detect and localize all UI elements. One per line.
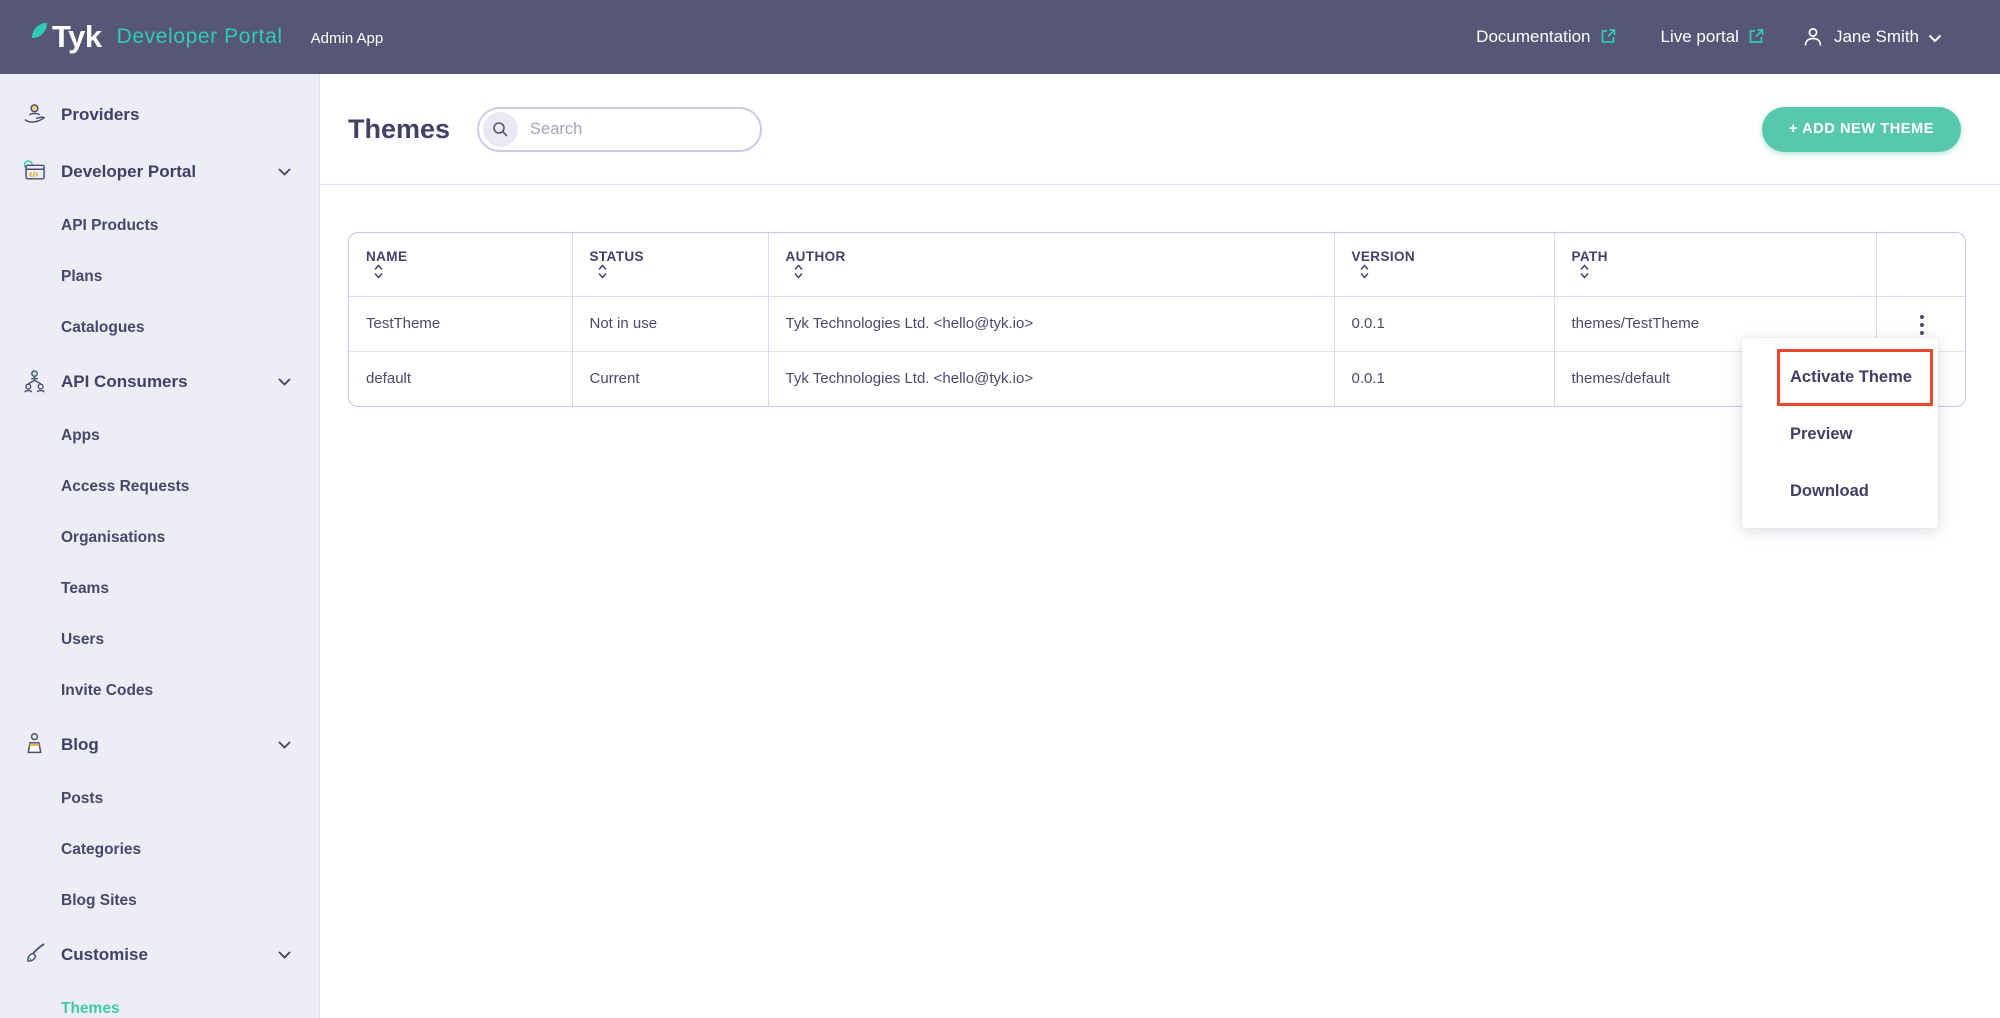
- theme-author-cell: Tyk Technologies Ltd. <hello@tyk.io>: [768, 296, 1334, 351]
- page-title: Themes: [348, 114, 450, 145]
- page-header-row: Themes + ADD NEW THEME: [320, 74, 2000, 185]
- sidebar-item-label: Access Requests: [61, 478, 189, 496]
- chevron-down-icon: [1928, 34, 1942, 43]
- sidebar-item-providers[interactable]: Providers: [0, 86, 319, 143]
- product-name: Developer Portal: [117, 25, 283, 49]
- search-input[interactable]: [518, 120, 728, 139]
- sidebar-item-teams[interactable]: Teams: [0, 563, 319, 614]
- column-header-actions: [1876, 233, 1966, 296]
- sidebar-item-label: Catalogues: [61, 319, 145, 337]
- chevron-down-icon: [278, 168, 291, 176]
- sidebar-item-label: Posts: [61, 790, 103, 808]
- api-consumers-icon: [20, 368, 48, 396]
- theme-status-cell: Current: [572, 351, 768, 406]
- developer-portal-icon: [20, 158, 48, 186]
- tyk-logo: Tyk Developer Portal Admin App: [30, 19, 383, 55]
- theme-version-cell: 0.0.1: [1334, 351, 1554, 406]
- sidebar-item-themes[interactable]: Themes: [0, 983, 319, 1018]
- menu-item-activate-theme[interactable]: Activate Theme: [1742, 349, 1938, 406]
- table-header-row: NAME STATUS AUTHOR VERSION PATH: [349, 233, 1966, 296]
- top-nav: Documentation Live portal Jane Smith: [1476, 25, 1942, 49]
- sidebar-item-label: Customise: [61, 945, 148, 965]
- row-actions-menu: Activate Theme Preview Download: [1742, 338, 1938, 528]
- search-box: [477, 107, 762, 152]
- documentation-link[interactable]: Documentation: [1476, 27, 1616, 47]
- theme-version-cell: 0.0.1: [1334, 296, 1554, 351]
- sidebar-item-label: Teams: [61, 580, 109, 598]
- sort-icon: [1360, 264, 1369, 279]
- sort-icon: [1580, 264, 1589, 279]
- sidebar-item-organisations[interactable]: Organisations: [0, 512, 319, 563]
- main-content: Themes + ADD NEW THEME NAME: [320, 74, 2000, 1018]
- sort-icon: [794, 264, 803, 279]
- sidebar-item-customise[interactable]: Customise: [0, 926, 319, 983]
- logo-text: Tyk: [52, 19, 102, 55]
- column-header-status[interactable]: STATUS: [572, 233, 768, 296]
- theme-name-cell: TestTheme: [349, 296, 572, 351]
- table-row: default Current Tyk Technologies Ltd. <h…: [349, 351, 1966, 406]
- sidebar-item-label: Categories: [61, 841, 141, 859]
- sidebar-item-label: Apps: [61, 427, 100, 445]
- top-header: Tyk Developer Portal Admin App Documenta…: [0, 0, 2000, 74]
- column-header-path[interactable]: PATH: [1554, 233, 1876, 296]
- sidebar-item-api-consumers[interactable]: API Consumers: [0, 353, 319, 410]
- external-link-icon: [1747, 27, 1765, 45]
- sidebar-item-posts[interactable]: Posts: [0, 773, 319, 824]
- sidebar-item-invite-codes[interactable]: Invite Codes: [0, 665, 319, 716]
- sidebar-item-label: Users: [61, 631, 104, 649]
- chevron-down-icon: [278, 378, 291, 386]
- sidebar-item-apps[interactable]: Apps: [0, 410, 319, 461]
- table-row: TestTheme Not in use Tyk Technologies Lt…: [349, 296, 1966, 351]
- providers-icon: [20, 101, 48, 129]
- external-link-icon: [1599, 27, 1617, 45]
- live-portal-link[interactable]: Live portal: [1661, 27, 1765, 47]
- sidebar-item-plans[interactable]: Plans: [0, 251, 319, 302]
- sidebar-item-api-products[interactable]: API Products: [0, 200, 319, 251]
- app-name: Admin App: [311, 30, 384, 47]
- sidebar-item-users[interactable]: Users: [0, 614, 319, 665]
- column-header-name[interactable]: NAME: [349, 233, 572, 296]
- sidebar-item-developer-portal[interactable]: Developer Portal: [0, 143, 319, 200]
- chevron-down-icon: [278, 741, 291, 749]
- sidebar: Providers Developer Portal API Products …: [0, 74, 320, 1018]
- live-portal-link-label: Live portal: [1661, 27, 1739, 47]
- sidebar-item-label: Blog: [61, 735, 99, 755]
- chevron-down-icon: [278, 951, 291, 959]
- sidebar-item-label: Plans: [61, 268, 102, 286]
- themes-table: NAME STATUS AUTHOR VERSION PATH: [348, 232, 1966, 407]
- documentation-link-label: Documentation: [1476, 27, 1590, 47]
- menu-item-download[interactable]: Download: [1742, 463, 1938, 520]
- sidebar-item-blog-sites[interactable]: Blog Sites: [0, 875, 319, 926]
- sidebar-item-label: API Consumers: [61, 372, 188, 392]
- user-icon: [1801, 25, 1825, 49]
- tyk-leaf-icon: [30, 21, 49, 40]
- customise-icon: [20, 941, 48, 969]
- menu-item-preview[interactable]: Preview: [1742, 406, 1938, 463]
- sidebar-item-access-requests[interactable]: Access Requests: [0, 461, 319, 512]
- sidebar-item-blog[interactable]: Blog: [0, 716, 319, 773]
- sidebar-item-label: Invite Codes: [61, 682, 153, 700]
- sidebar-item-catalogues[interactable]: Catalogues: [0, 302, 319, 353]
- kebab-menu-icon[interactable]: [1910, 309, 1934, 341]
- column-header-version[interactable]: VERSION: [1334, 233, 1554, 296]
- add-new-theme-button[interactable]: + ADD NEW THEME: [1762, 107, 1961, 152]
- sort-icon: [374, 264, 383, 279]
- sidebar-item-label: Blog Sites: [61, 892, 137, 910]
- theme-author-cell: Tyk Technologies Ltd. <hello@tyk.io>: [768, 351, 1334, 406]
- sidebar-item-categories[interactable]: Categories: [0, 824, 319, 875]
- theme-status-cell: Not in use: [572, 296, 768, 351]
- theme-name-cell: default: [349, 351, 572, 406]
- sidebar-item-label: API Products: [61, 217, 158, 235]
- sidebar-item-label: Organisations: [61, 529, 165, 547]
- sidebar-item-label: Providers: [61, 105, 139, 125]
- sidebar-item-label: Developer Portal: [61, 162, 196, 182]
- search-icon: [483, 112, 518, 147]
- user-name: Jane Smith: [1834, 27, 1919, 47]
- sidebar-item-label: Themes: [61, 1000, 120, 1018]
- blog-icon: [20, 731, 48, 759]
- column-header-author[interactable]: AUTHOR: [768, 233, 1334, 296]
- user-menu[interactable]: Jane Smith: [1801, 25, 1942, 49]
- sort-icon: [598, 264, 607, 279]
